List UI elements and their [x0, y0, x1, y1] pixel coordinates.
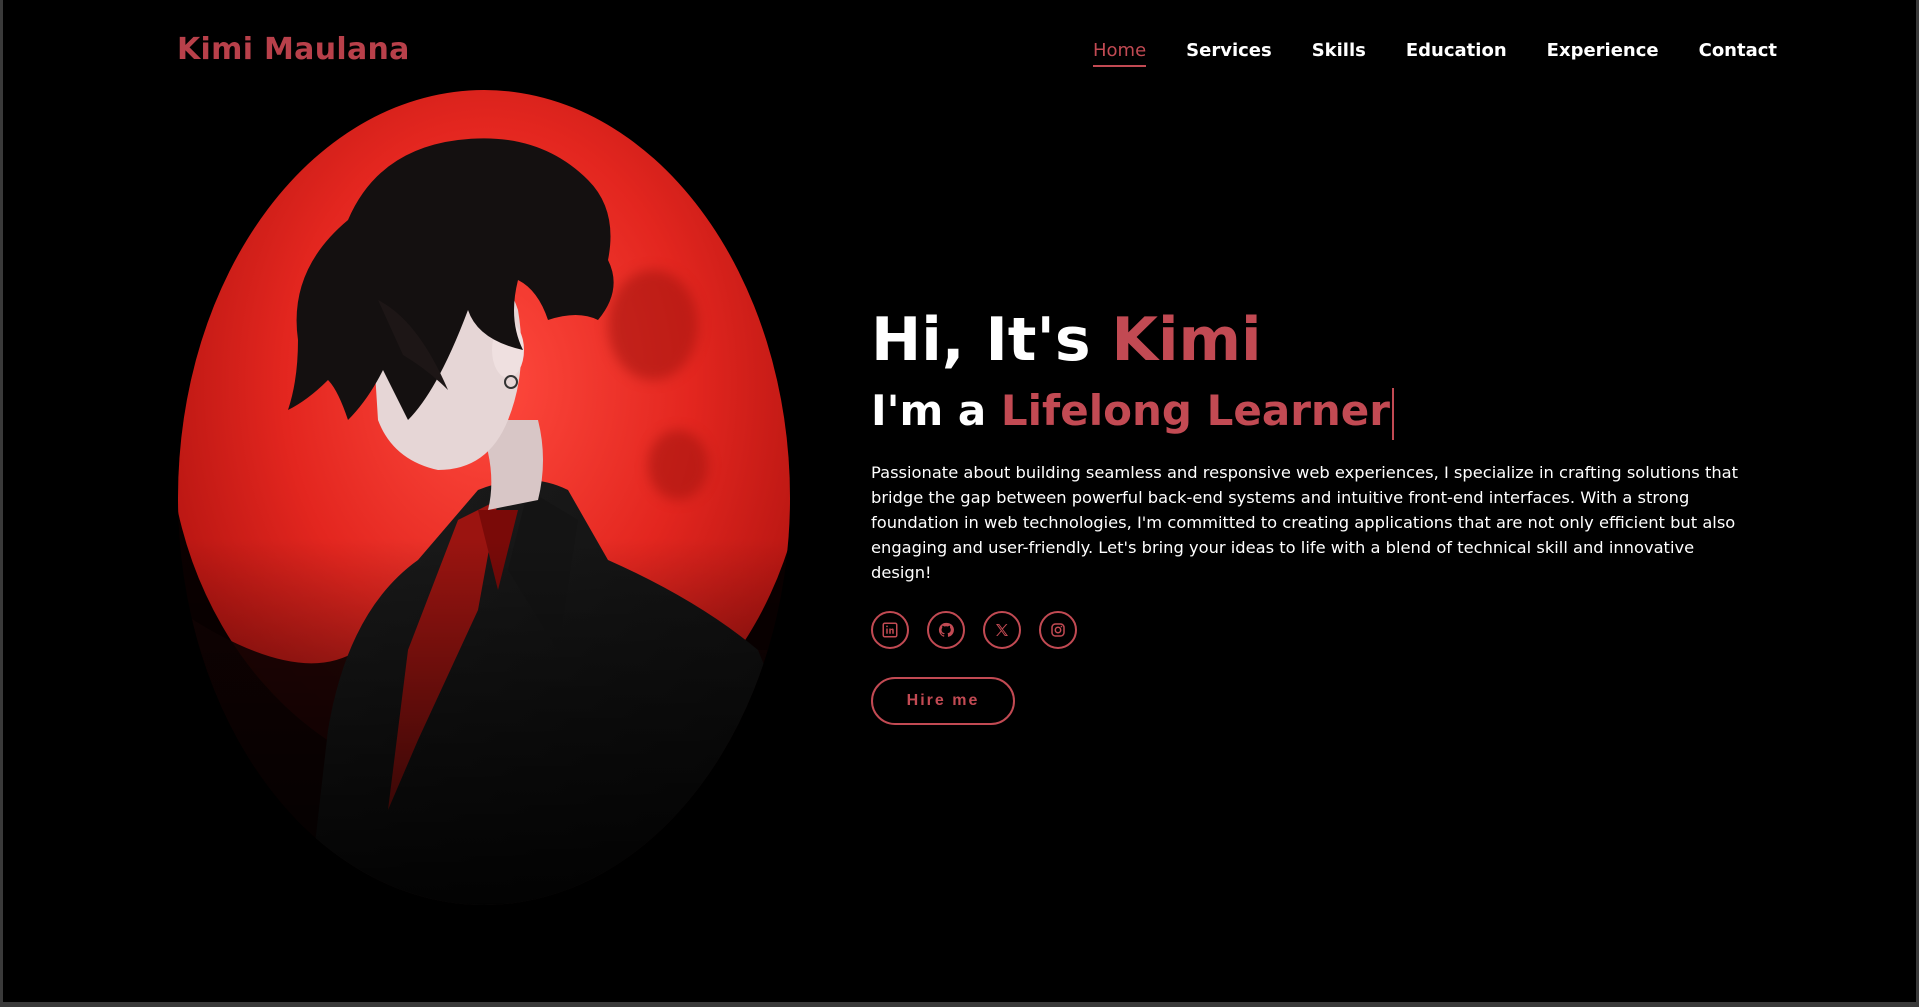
role-typed-text: Lifelong Learner [1000, 386, 1390, 435]
nav-services[interactable]: Services [1186, 40, 1272, 67]
github-link[interactable] [927, 610, 965, 649]
nav-skills[interactable]: Skills [1312, 40, 1366, 67]
linkedin-link[interactable] [871, 610, 909, 649]
site-logo[interactable]: Kimi Maulana [177, 32, 410, 67]
x-twitter-icon [996, 623, 1008, 636]
nav-experience[interactable]: Experience [1547, 40, 1659, 67]
silhouette-figure [178, 90, 790, 905]
main-nav: Home Services Skills Education Experienc… [1093, 40, 1777, 67]
nav-contact[interactable]: Contact [1699, 40, 1777, 67]
instagram-link[interactable] [1039, 610, 1077, 649]
x-twitter-link[interactable] [983, 610, 1021, 649]
linkedin-icon [882, 622, 898, 637]
hero-section: Hi, It's Kimi I'm a Lifelong Learner Pas… [871, 300, 1751, 725]
hero-bio: Passionate about building seamless and r… [871, 462, 1739, 582]
hero-greeting: Hi, It's Kimi [871, 300, 1751, 380]
greeting-prefix: Hi, It's [871, 305, 1091, 375]
hero-role: I'm a Lifelong Learner [871, 386, 1751, 440]
role-prefix: I'm a [871, 386, 987, 435]
instagram-icon [1051, 622, 1065, 637]
typing-cursor [1392, 387, 1394, 440]
profile-portrait [178, 90, 790, 905]
greeting-name: Kimi [1111, 305, 1262, 375]
social-links [871, 610, 1751, 649]
github-icon [938, 622, 954, 637]
nav-education[interactable]: Education [1406, 40, 1507, 67]
nav-home[interactable]: Home [1093, 40, 1147, 67]
hire-me-button[interactable]: Hire me [871, 676, 1015, 725]
page: Kimi Maulana Home Services Skills Educat… [3, 0, 1916, 1002]
